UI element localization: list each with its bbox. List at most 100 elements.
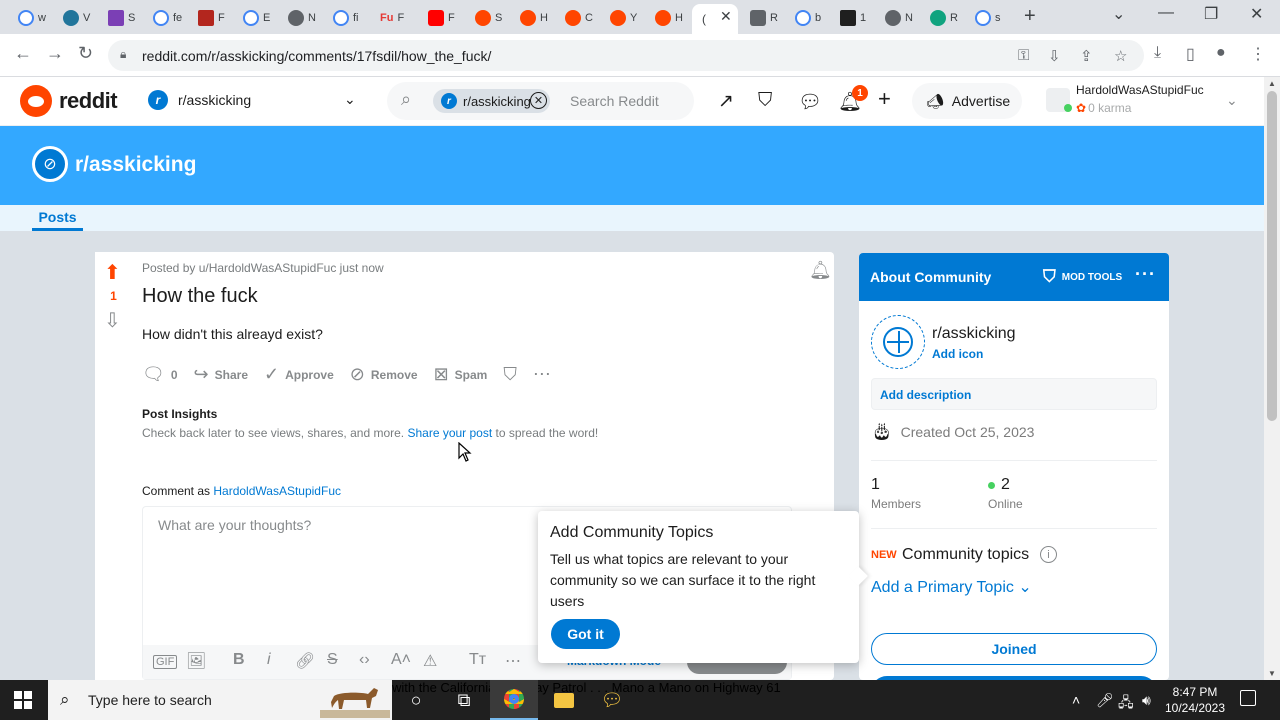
windows-start-icon[interactable] [14,691,32,709]
notification-center-icon[interactable] [1240,690,1256,706]
more-options-icon[interactable]: ··· [1135,264,1156,285]
more-format-icon[interactable]: ⋯ [505,651,521,671]
search-bar[interactable]: ⌕ r r/asskicking ✕ Search Reddit [387,82,694,120]
clear-chip-icon[interactable]: ✕ [530,92,547,109]
strikethrough-icon[interactable]: S [327,651,338,669]
approve-button[interactable]: ✓ Approve [262,360,342,389]
share-button[interactable]: ↪ Share [192,360,256,389]
cortana-icon[interactable]: ○ [392,680,440,720]
back-icon[interactable]: ← [14,43,32,64]
profile-icon[interactable]: ● [1216,44,1226,62]
bookmark-star-icon[interactable]: ☆ [1114,47,1127,65]
comments-button[interactable]: 🗨︎ 0 [140,360,186,389]
browser-tab[interactable]: R [920,6,964,30]
browser-tab[interactable]: F [418,6,462,30]
tab-posts[interactable]: Posts [32,209,83,231]
browser-tab[interactable]: S [98,6,142,30]
image-icon[interactable]: 🖼︎ [186,651,206,671]
install-icon[interactable]: ⇩ [1048,47,1061,65]
follow-post-bell-icon[interactable]: 🔔︎ [809,260,832,281]
task-view-icon[interactable]: ⧉ [440,680,488,720]
tray-chevron-icon[interactable]: ˄ [1072,692,1080,708]
download-icon[interactable]: ⤓ [1154,44,1161,62]
scroll-down-icon[interactable]: ▼ [1268,669,1276,678]
lock-icon[interactable]: 🔒︎ [120,47,126,62]
volume-icon[interactable]: 🔊︎ [1142,692,1151,709]
gif-icon[interactable]: GIF [153,655,178,669]
close-tab-icon[interactable]: ✕ [720,8,732,25]
add-icon-link[interactable]: Add icon [932,347,983,361]
browser-tab[interactable]: H [645,6,689,30]
file-explorer-icon[interactable] [540,680,588,720]
comment-as-user-link[interactable]: HardoldWasAStupidFuc [213,484,341,498]
got-it-button[interactable]: Got it [551,619,620,649]
italic-icon[interactable]: i [267,651,271,669]
comment-input[interactable]: What are your thoughts? [158,517,311,533]
add-description-field[interactable]: Add description [871,378,1157,410]
search-input[interactable]: Search Reddit [570,93,659,109]
tab-search-icon[interactable]: ⌄ [1112,4,1125,24]
network-icon[interactable]: 🖧 [1118,692,1134,716]
taskbar-search[interactable]: ⌕ Type here to search [48,680,392,720]
mod-shield-icon[interactable]: ⛉ [758,90,772,112]
chat-app-icon[interactable]: 💬︎ [588,680,636,720]
more-options-button[interactable]: ⋯ [531,360,559,389]
mod-shield-button[interactable]: ⛉ [501,360,525,389]
share-your-post-link[interactable]: Share your post [407,426,492,440]
browser-tab[interactable]: E [233,6,277,30]
joined-button[interactable]: Joined [871,633,1157,665]
browser-tab[interactable]: N [278,6,322,30]
community-selector[interactable]: r r/asskicking [148,90,251,110]
side-panel-icon[interactable]: ▯ [1186,44,1195,64]
forward-icon[interactable]: → [46,43,64,64]
spam-button[interactable]: ⊠ Spam [432,360,496,389]
reload-icon[interactable]: ↻ [78,43,93,64]
remove-button[interactable]: ⊘ Remove [348,360,426,389]
browser-tab[interactable]: Y [600,6,644,30]
browser-tab[interactable]: N [875,6,919,30]
url-text[interactable]: reddit.com/r/asskicking/comments/17fsdil… [142,48,491,64]
popular-icon[interactable]: ↗ [718,90,734,113]
browser-tab[interactable]: b [785,6,829,30]
browser-tab[interactable]: C [555,6,599,30]
address-bar[interactable]: 🔒︎ reddit.com/r/asskicking/comments/17fs… [108,40,1144,71]
heading-icon[interactable]: Tᴛ [469,651,486,669]
microphone-icon[interactable]: 🎤︎ [1096,692,1114,709]
new-tab-icon[interactable]: + [1024,5,1036,28]
close-window-icon[interactable]: ✕ [1250,4,1263,24]
page-scrollbar[interactable]: ▲ ▼ [1264,77,1280,680]
browser-tab[interactable]: 1 [830,6,874,30]
downvote-icon[interactable]: ⇩ [104,308,121,333]
reddit-logo-icon[interactable] [20,85,52,117]
advertise-button[interactable]: 📣︎ Advertise [912,83,1022,119]
taskbar-clock[interactable]: 8:47 PM 10/24/2023 [1160,684,1230,716]
scroll-up-icon[interactable]: ▲ [1268,79,1276,88]
info-icon[interactable]: i [1040,546,1057,563]
search-community-chip[interactable]: r r/asskicking ✕ [433,89,550,113]
superscript-icon[interactable]: A˄ [391,651,411,669]
mod-tools-button[interactable]: ⛉ MOD TOOLS [1043,267,1122,287]
browser-tab[interactable]: fe [143,6,187,30]
browser-tab[interactable]: H [510,6,554,30]
chevron-down-icon[interactable]: ⌄ [344,91,356,108]
scrollbar-thumb[interactable] [1267,91,1277,421]
restore-icon[interactable]: ❐ [1204,4,1218,24]
browser-tab[interactable]: fi [323,6,367,30]
create-post-icon[interactable]: + [878,86,891,112]
spoiler-icon[interactable]: ⚠︎ [423,651,437,671]
share-icon[interactable]: ⇪ [1080,47,1093,65]
browser-tab[interactable]: w [8,6,52,30]
chrome-taskbar-icon[interactable] [490,680,538,720]
add-primary-topic-link[interactable]: Add a Primary Topic ⌄ [871,577,1032,597]
reddit-wordmark[interactable]: reddit [59,88,118,114]
link-icon[interactable]: 🔗︎ [295,651,315,671]
browser-tab[interactable]: R [740,6,784,30]
upvote-icon[interactable]: ⬆ [104,260,121,285]
taskbar-search-input[interactable]: Type here to search [88,692,212,708]
browser-tab[interactable]: s [965,6,1009,30]
browser-tab[interactable]: F [188,6,232,30]
menu-icon[interactable]: ⋮ [1250,44,1266,64]
key-icon[interactable]: ⚿ [1018,47,1029,64]
user-menu-chevron-icon[interactable]: ⌄ [1226,92,1238,109]
chat-icon[interactable]: 💬︎ [798,90,822,114]
